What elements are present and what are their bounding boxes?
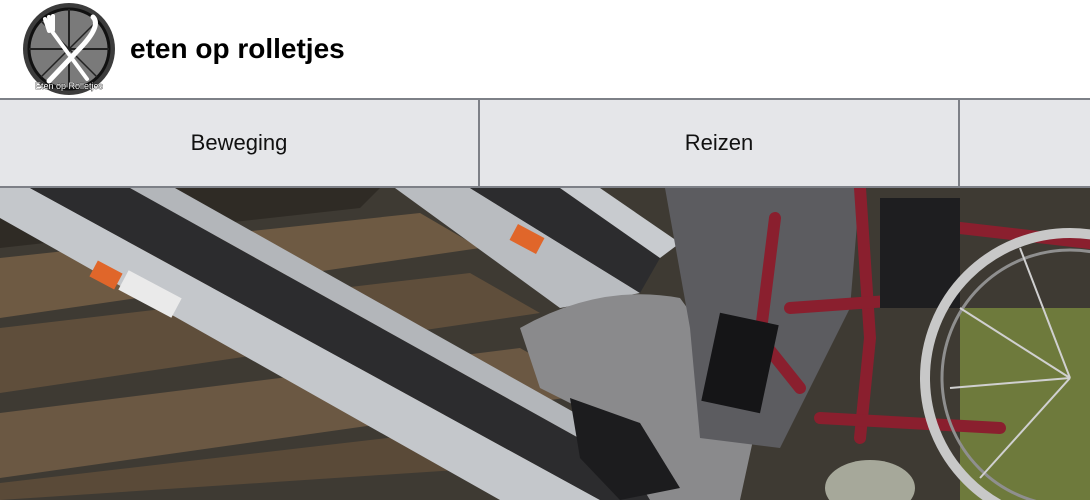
nav-item-reizen[interactable]: Reizen <box>478 100 958 186</box>
nav-item-label: Reizen <box>684 130 754 155</box>
logo-text: Eten op Rolletjes <box>35 81 104 91</box>
nav-item-more[interactable] <box>958 100 1090 186</box>
site-title[interactable]: eten op rolletjes <box>130 31 345 67</box>
main-navigation: Beweging Reizen <box>0 98 1090 188</box>
nav-item-label: Beweging <box>190 130 288 155</box>
site-header: Eten op Rolletjes eten op rolletjes <box>0 0 1090 98</box>
wheelchair-ramp-photo <box>0 188 1090 500</box>
nav-item-beweging[interactable]: Beweging <box>0 100 478 186</box>
site-logo[interactable]: Eten op Rolletjes <box>21 1 117 97</box>
hero-image <box>0 188 1090 500</box>
